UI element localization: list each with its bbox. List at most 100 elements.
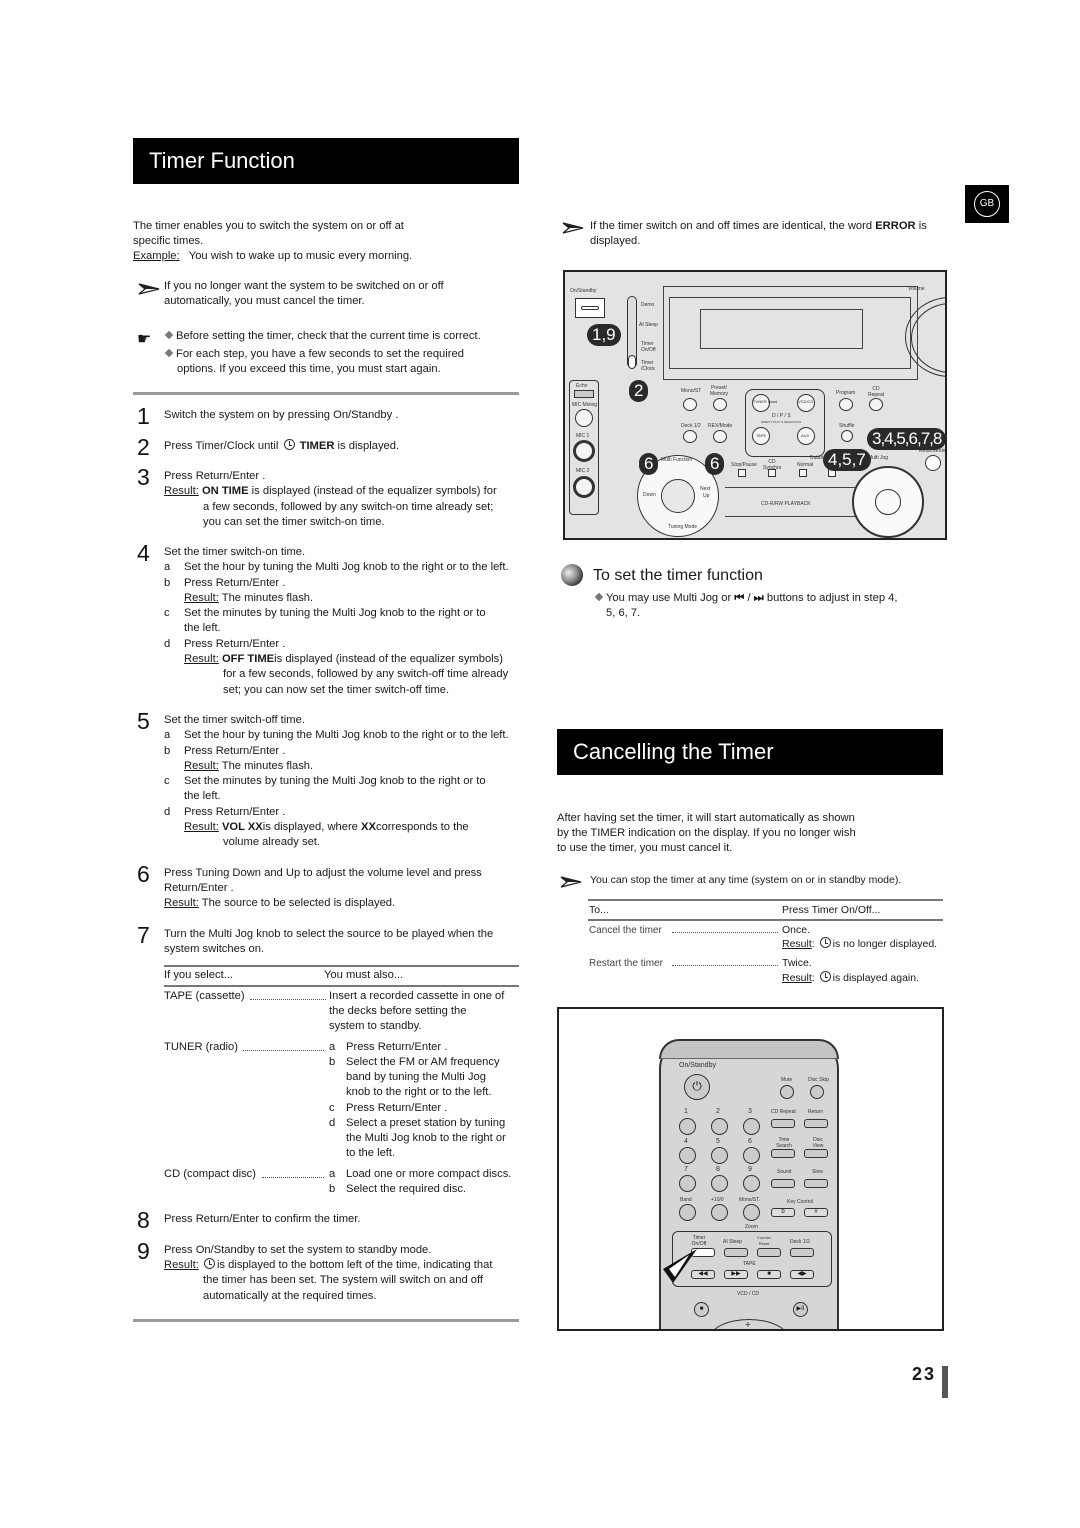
panel-label-mono-st: Mono/ST [681, 388, 702, 394]
step-4d-letter: d [164, 638, 171, 650]
remote-plus10-button [711, 1204, 728, 1221]
error-note-line-2: displayed. [590, 235, 641, 247]
cancel-row-result: Result: is no longer displayed. [782, 937, 938, 950]
leader-dots [672, 932, 778, 933]
xx-keyword: XX [361, 821, 376, 833]
panel-normal-button [799, 469, 807, 477]
tuner-b: Select the FM or AM frequency [346, 1056, 500, 1068]
cancel-table-top-rule [588, 899, 943, 901]
timer-function-title: Timer Function [133, 138, 519, 184]
step-5d-letter: d [164, 806, 171, 818]
callout-step-2: 2 [629, 380, 649, 402]
result-label: Result [782, 938, 812, 950]
step-4b-result-text: The minutes flash. [221, 592, 314, 604]
remote-cd-repeat-button [771, 1119, 795, 1128]
tuner-c-letter: c [329, 1102, 335, 1114]
note-arrow-icon [560, 876, 582, 888]
tape-line-3: system to standby. [329, 1020, 422, 1032]
result-label: Result: [164, 897, 199, 909]
step-4d: Press Return/Enter . [184, 638, 286, 650]
step-6-result: Result: The source to be selected is dis… [164, 896, 395, 911]
panel-label-tuner-band: TUNER Band [753, 399, 778, 404]
step-4d-result-line-2: for a few seconds, followed by any switc… [223, 668, 509, 680]
panel-label-normal: Normal [797, 462, 814, 468]
panel-label-multi-function: Multi Function [661, 457, 693, 463]
timer-clock-icon [819, 971, 831, 982]
leader-dots [243, 1050, 324, 1051]
remote-fast-forward-button: ▶▶ [724, 1270, 748, 1279]
tuner-d-line-2: the Multi Jog knob to the right or [346, 1132, 506, 1144]
panel-label-timer-clock: Timer /Clock [641, 360, 655, 372]
tip-1-text: Before setting the timer, check that the… [176, 330, 481, 342]
note-cancel-line-1: If you no longer want the system to be s… [164, 280, 444, 292]
table-header-rule [164, 985, 519, 987]
remote-label-vcd-cd: VCD / CD [737, 1291, 759, 1297]
subheading-note-after: buttons to adjust in step 4, [766, 592, 898, 604]
remote-stop-button: ■ [757, 1270, 781, 1279]
step-number: 1 [137, 403, 150, 429]
language-badge: GB [965, 185, 1009, 223]
step-9-text: Press On/Standby to set the system to st… [164, 1244, 432, 1256]
example-label: Example: [133, 250, 180, 262]
on-time-keyword: ON TIME [201, 485, 249, 497]
leader-dots [262, 1177, 324, 1178]
panel-cd-repeat-button [869, 398, 883, 411]
step-3-result-line-2: a few seconds, followed by any switch-on… [203, 501, 494, 513]
step-2-text-before: Press Timer/Clock until [164, 440, 279, 452]
step-9-result-line-3: automatically at the required times. [203, 1290, 377, 1302]
step-9-result: Result: is displayed to the bottom left … [164, 1258, 492, 1273]
step-4-text: Set the timer switch-on time. [164, 546, 306, 558]
result-label: Result: [164, 1259, 199, 1271]
step-number: 6 [137, 861, 150, 887]
callout-step-4-5-7: 4,5,7 [823, 449, 871, 471]
table-header-must: You must also... [324, 969, 404, 981]
language-badge-text: GB [974, 191, 1000, 217]
panel-label-program: Program [836, 390, 856, 396]
step-5c-line-2: the left. [184, 790, 221, 802]
remote-label-5: 5 [716, 1138, 720, 1145]
panel-program-button [839, 398, 853, 411]
panel-cd-synchro-button [768, 469, 776, 477]
panel-echo-button [574, 390, 594, 398]
result-label: Result: [184, 821, 219, 833]
remote-label-mono-st: Mono/ST. [739, 1197, 761, 1203]
remote-slow-button [804, 1179, 828, 1188]
leader-dots [250, 999, 326, 1000]
bullet-icon [164, 330, 174, 340]
step-2-text: Press Timer/Clock until TIMER is display… [164, 439, 399, 454]
panel-label-ai-sleep: AI Sleep [639, 322, 658, 328]
step-6-result-text: The source to be selected is displayed. [201, 897, 396, 909]
panel-label-on-standby: On/Standby [570, 288, 597, 294]
remote-label-disc-skip: Disc Skip [808, 1077, 829, 1083]
panel-label-mic-mixing: MIC Mixing [572, 402, 598, 408]
panel-label-timer-onoff: Timer On/Off [641, 341, 656, 353]
intro-line-2: specific times. [133, 235, 204, 247]
table-row-tuner-source: TUNER (radio) [164, 1041, 238, 1053]
error-note-after: is [918, 220, 927, 232]
section-divider [133, 392, 519, 395]
remote-label-return: Return [808, 1109, 824, 1115]
result-label: Result: [184, 653, 219, 665]
step-number: 5 [137, 708, 150, 734]
remote-power-button: ⏻ [684, 1074, 710, 1100]
remote-button-6-right [743, 1147, 760, 1164]
table-row-tape-source: TAPE (cassette) [164, 990, 245, 1002]
remote-sound-button [771, 1179, 795, 1188]
cancel-table-header-press: Press Timer On/Off... [782, 904, 881, 916]
remote-label-cd-repeat: CD Repeat [771, 1109, 796, 1115]
remote-deck12-button [790, 1248, 814, 1257]
restart-row-result-text: is displayed again. [832, 972, 919, 984]
step-4d-result-line-3: set; you can now set the timer switch-of… [223, 684, 450, 696]
panel-label-deck12: Deck 1/2 [681, 423, 701, 429]
step-number: 2 [137, 434, 150, 460]
step-4b: Press Return/Enter . [184, 577, 286, 589]
remote-button-8-down [711, 1175, 728, 1192]
remote-label-plus10: +10/0 [711, 1197, 724, 1203]
step-3-text: Press Return/Enter . [164, 470, 266, 482]
cancel-table-header-rule [588, 919, 943, 921]
note-arrow-icon [138, 283, 160, 295]
remote-button-7 [679, 1175, 696, 1192]
step-2-text-after: is displayed. [337, 440, 400, 452]
bullet-icon [164, 348, 174, 358]
panel-multi-jog-center [875, 489, 901, 515]
